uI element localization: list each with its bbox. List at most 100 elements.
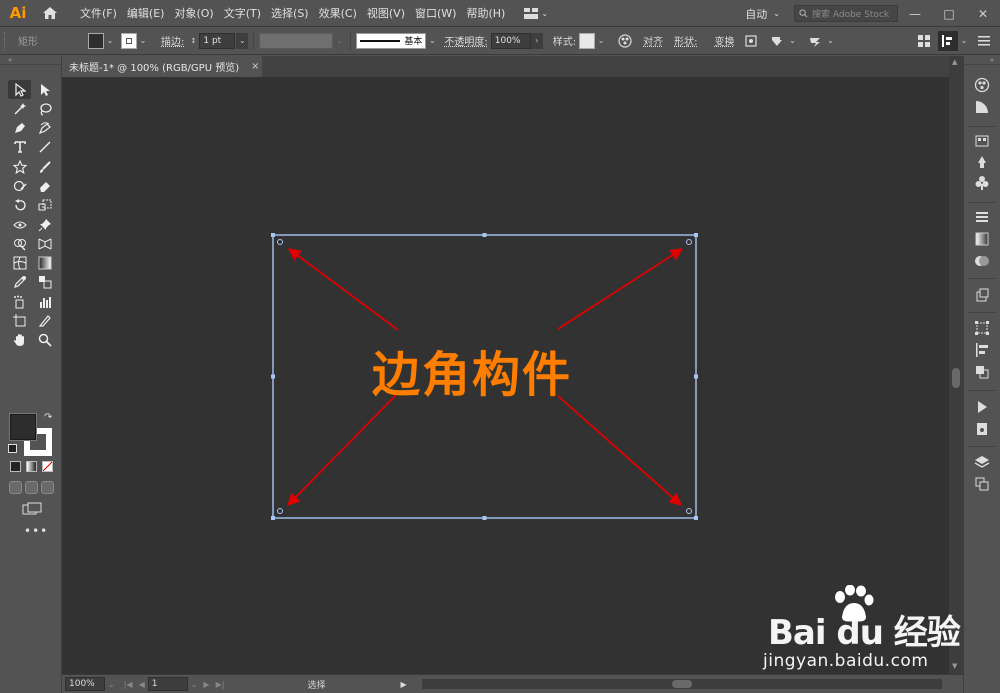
stepper-icon[interactable]: ↕ (187, 33, 199, 49)
shape-builder-tool[interactable] (8, 234, 31, 253)
default-fill-stroke-icon[interactable] (8, 444, 17, 453)
line-tool[interactable] (33, 138, 56, 157)
draw-inside-icon[interactable] (41, 481, 54, 494)
recolor-artwork-icon[interactable] (615, 31, 635, 51)
gradient-mode-icon[interactable] (26, 461, 37, 472)
lasso-tool[interactable] (33, 99, 56, 118)
blend-tool[interactable] (33, 273, 56, 292)
column-graph-tool[interactable] (33, 292, 56, 311)
rotate-tool[interactable] (8, 196, 31, 215)
workspace-select[interactable]: 自动 ⌄ (745, 6, 780, 22)
shaper-tool[interactable] (8, 176, 31, 195)
menu-type[interactable]: 文字(T) (219, 0, 266, 27)
magic-wand-tool[interactable] (8, 99, 31, 118)
chevron-down-icon[interactable]: ⌄ (104, 33, 116, 49)
edit-toolbar-icon[interactable]: ••• (24, 524, 48, 538)
selection-grid-icon[interactable] (914, 31, 934, 51)
color-panel-icon[interactable] (973, 76, 991, 94)
vertical-scroll-thumb[interactable] (952, 368, 960, 388)
handle-bottom-left[interactable] (271, 516, 275, 520)
handle-middle-left[interactable] (271, 374, 275, 379)
star-tool[interactable] (8, 157, 31, 176)
document-tab[interactable]: 未标题-1* @ 100% (RGB/GPU 预览) × (62, 56, 262, 77)
brush-definition-field[interactable]: 基本 (356, 32, 427, 49)
width-tool[interactable] (8, 215, 31, 234)
handle-top-left[interactable] (271, 233, 275, 237)
zoom-tool[interactable] (33, 331, 56, 350)
menu-edit[interactable]: 编辑(E) (122, 0, 170, 27)
chevron-down-icon[interactable]: ⌄ (426, 33, 438, 49)
menu-file[interactable]: 文件(F) (75, 0, 122, 27)
symbol-sprayer-tool[interactable] (8, 292, 31, 311)
chevron-down-icon[interactable]: ⌄ (825, 33, 837, 49)
scroll-up-icon[interactable]: ▲ (952, 58, 957, 66)
pen-tool[interactable] (8, 119, 31, 138)
eraser-tool[interactable] (33, 176, 56, 195)
none-mode-icon[interactable] (42, 461, 53, 472)
menu-window[interactable]: 窗口(W) (410, 0, 461, 27)
pathfinder-panel-icon[interactable] (973, 363, 991, 381)
panel-menu-icon[interactable] (974, 31, 994, 51)
fill-color-box[interactable] (9, 413, 37, 441)
stroke-weight-input[interactable]: 1 pt (199, 32, 236, 49)
prev-artboard-icon[interactable]: ◀ (139, 680, 145, 689)
handle-middle-right[interactable] (694, 374, 698, 379)
direct-selection-tool[interactable] (33, 80, 56, 99)
curvature-tool[interactable] (33, 119, 56, 138)
draw-normal-icon[interactable] (9, 481, 22, 494)
symbols-icon[interactable] (973, 174, 991, 192)
vertical-scrollbar[interactable]: ▲ ▼ (949, 56, 963, 674)
chevron-down-icon[interactable]: ⌄ (787, 33, 799, 49)
perspective-grid-tool[interactable] (33, 234, 56, 253)
menu-view[interactable]: 视图(V) (362, 0, 410, 27)
mesh-tool[interactable] (8, 254, 31, 273)
opacity-label[interactable]: 不透明度: (444, 33, 487, 48)
scale-tool[interactable] (33, 196, 56, 215)
gradient-panel-icon[interactable] (973, 230, 991, 248)
artboards-panel-icon[interactable] (973, 475, 991, 493)
status-menu-icon[interactable]: ▶ (400, 680, 406, 689)
chevron-down-icon[interactable]: ⌄ (191, 680, 198, 689)
horizontal-scrollbar[interactable] (422, 679, 942, 689)
isolate-icon[interactable] (741, 31, 761, 51)
screen-mode-icon[interactable] (22, 502, 42, 516)
slice-tool[interactable] (33, 312, 56, 331)
stock-search-input[interactable]: 搜索 Adobe Stock (794, 5, 898, 22)
minimize-button[interactable]: — (898, 0, 932, 27)
variable-width-field[interactable] (259, 32, 334, 49)
layers-panel-icon[interactable] (973, 453, 991, 471)
close-button[interactable]: ✕ (966, 0, 1000, 27)
artboard-tool[interactable] (8, 312, 31, 331)
home-icon[interactable] (39, 2, 61, 24)
first-artboard-icon[interactable]: |◀ (124, 680, 133, 689)
brushes-icon[interactable] (973, 153, 991, 171)
selection-tool[interactable] (8, 80, 31, 99)
align-to-icon[interactable] (938, 30, 958, 51)
eyedropper-tool[interactable] (8, 273, 31, 292)
align-label[interactable]: 对齐 (643, 33, 663, 48)
maximize-button[interactable]: □ (932, 0, 966, 27)
stroke-label[interactable]: 描边: (161, 33, 184, 48)
last-artboard-icon[interactable]: ▶| (216, 680, 225, 689)
chevron-down-icon[interactable]: ⌄ (333, 33, 345, 49)
transform-label[interactable]: 变换 (715, 33, 735, 48)
corner-widget-top-right[interactable] (686, 239, 692, 245)
actions-panel-icon[interactable] (973, 398, 991, 416)
path-options-icon[interactable] (805, 31, 825, 51)
handle-top-middle[interactable] (482, 233, 487, 237)
fill-swatch[interactable] (88, 32, 104, 49)
close-icon[interactable]: × (251, 61, 259, 72)
transform-panel-icon[interactable] (973, 319, 991, 337)
swap-fill-stroke-icon[interactable]: ↷ (44, 412, 52, 423)
shape-builder-options-icon[interactable] (767, 31, 787, 51)
gradient-tool[interactable] (33, 254, 56, 273)
next-artboard-icon[interactable]: ▶ (203, 680, 209, 689)
hand-tool[interactable] (8, 331, 31, 350)
draw-behind-icon[interactable] (25, 481, 38, 494)
handle-bottom-middle[interactable] (482, 516, 487, 520)
menu-object[interactable]: 对象(O) (169, 0, 218, 27)
menu-help[interactable]: 帮助(H) (461, 0, 510, 27)
chevron-down-icon[interactable]: ⌄ (108, 680, 115, 689)
zoom-input[interactable]: 100% (65, 677, 105, 691)
puppet-warp-tool[interactable] (33, 215, 56, 234)
